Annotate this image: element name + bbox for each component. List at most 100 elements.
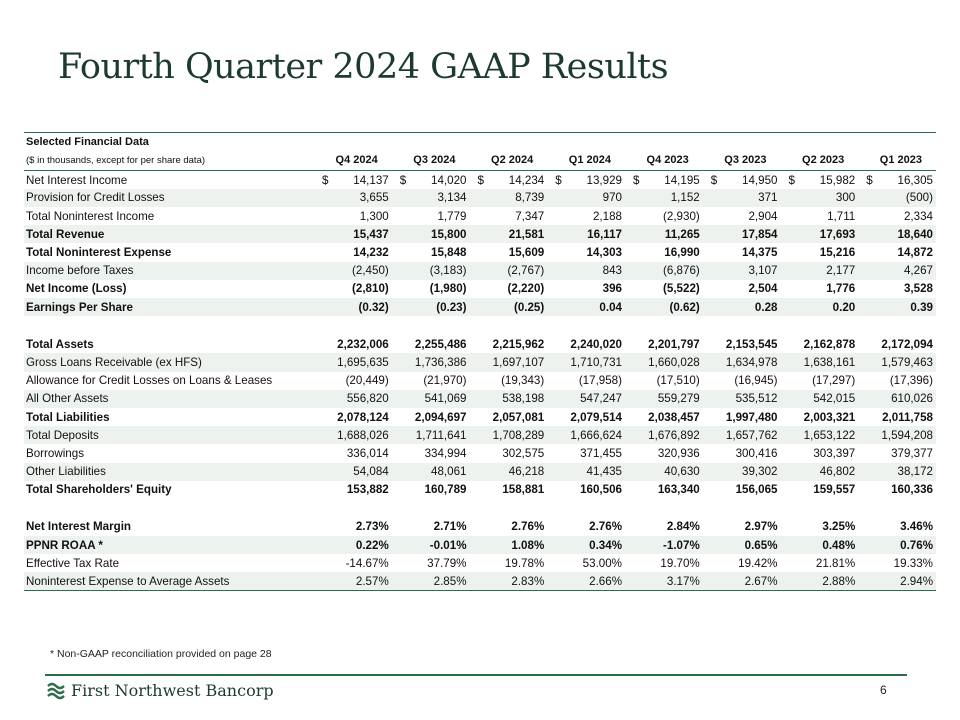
table-cell: 1,634,978 (702, 353, 781, 372)
table-cell: 14,232 (353, 246, 389, 260)
table-cell: $14,020 (392, 171, 470, 189)
table-cell: 18,640 (858, 225, 936, 244)
table-cell: 2,078,124 (337, 410, 389, 424)
table-cell: 158,881 (502, 483, 545, 497)
table-cell: 2.88% (780, 572, 859, 592)
table-cell: 14,872 (897, 246, 933, 260)
table-cell: 160,506 (580, 483, 622, 497)
table-cell: 46,218 (469, 462, 548, 481)
table-cell: 2,904 (748, 209, 778, 223)
table-cell: 38,172 (858, 462, 936, 481)
table-cell: (2,450) (314, 261, 392, 280)
table-cell: 2.73% (355, 520, 389, 534)
cell-value: 14,950 (742, 173, 778, 187)
row-label: Net Interest Margin (26, 520, 132, 534)
table-cell: 1,708,289 (469, 426, 548, 445)
table-cell: 1,579,463 (858, 353, 936, 372)
table-cell: (17,510) (656, 374, 700, 388)
row-label: Total Shareholders' Equity (26, 483, 172, 497)
table-cell: 2,255,486 (414, 337, 467, 351)
row-label: Income before Taxes (24, 261, 314, 280)
table-cell: 16,117 (547, 225, 625, 244)
currency-symbol: $ (555, 173, 562, 187)
table-cell: 1,776 (826, 282, 856, 296)
table-cell: 2.94% (858, 572, 936, 592)
row-label: Total Deposits (24, 426, 314, 445)
table-cell: 0.76% (858, 536, 936, 555)
currency-symbol: $ (322, 173, 329, 187)
row-label: Allowance for Credit Losses on Loans & L… (26, 374, 273, 388)
table-cell: 163,340 (657, 483, 700, 497)
table-cell: 2.66% (547, 572, 625, 592)
table-cell: 21.81% (815, 556, 856, 570)
table-row: Total Deposits 1,688,026 1,711,641 1,708,28… (24, 426, 936, 445)
table-cell: 1,657,762 (702, 426, 781, 445)
row-label: All Other Assets (24, 389, 314, 408)
cell-value: 15,982 (819, 173, 856, 187)
table-cell: $16,305 (858, 171, 936, 189)
table-row: Other Liabilities 54,084 48,061 46,218 41,43… (24, 462, 936, 481)
table-cell: 300 (780, 188, 859, 208)
table-row: Net Interest Margin 2.73% 2.71% 2.76% 2.76% 2… (24, 518, 936, 536)
table-cell: 542,015 (780, 389, 859, 408)
table-cell: 1,152 (625, 188, 703, 208)
row-label: Total Revenue (24, 225, 314, 244)
table-row: Income before Taxes (2,450) (3,183) (2,767)… (24, 261, 936, 280)
table-cell: 334,994 (424, 446, 467, 460)
table-cell: 2,162,878 (803, 337, 856, 351)
table-cell: 15,609 (508, 246, 545, 260)
row-label: Effective Tax Rate (26, 556, 120, 570)
table-section-title: Selected Financial Data (24, 131, 314, 151)
table-cell: 610,026 (858, 389, 936, 408)
spacer-row (24, 316, 936, 335)
footer-divider (45, 674, 907, 676)
row-label: Borrowings (26, 446, 84, 460)
column-header: Q2 2023 (780, 150, 859, 172)
table-cell: (19,343) (501, 374, 545, 388)
table-cell: $14,137 (314, 171, 392, 189)
table-cell: (500) (858, 188, 936, 208)
table-cell: 1,688,026 (314, 426, 392, 445)
table-cell: 1,666,624 (547, 426, 625, 445)
table-cell: 2.76% (511, 520, 545, 534)
table-cell: $14,195 (625, 171, 703, 189)
table-cell: 2,057,081 (492, 410, 545, 424)
row-label: Other Liabilities (24, 462, 314, 481)
currency-symbol: $ (866, 173, 873, 187)
column-header: Q1 2023 (858, 150, 936, 172)
table-cell: 17,854 (702, 225, 781, 244)
table-cell: 2,201,797 (648, 337, 700, 351)
table-cell: (1,980) (429, 282, 467, 296)
table-cell: 2,003,321 (803, 410, 856, 424)
table-cell: 3.17% (625, 572, 703, 592)
table-cell: (17,297) (812, 374, 856, 388)
table-row: Effective Tax Rate -14.67% 37.79% 19.78% 53.… (24, 554, 936, 572)
table-cell: 303,397 (813, 446, 856, 460)
currency-symbol: $ (399, 173, 407, 187)
table-cell: 2,504 (748, 282, 778, 296)
cell-value: 16,305 (897, 173, 933, 187)
cell-value: 14,195 (664, 173, 700, 187)
table-cell: (2,767) (469, 261, 548, 280)
column-header: Q4 2023 (625, 150, 703, 172)
currency-symbol: $ (788, 173, 795, 187)
table-cell: 21,581 (469, 225, 548, 244)
table-row: Total Revenue 15,437 15,800 21,581 16,117 11,… (24, 225, 936, 244)
table-cell: 2,038,457 (648, 410, 700, 424)
row-label: Provision for Credit Losses (24, 188, 314, 208)
table-cell: 1,653,122 (780, 426, 859, 445)
cell-value: 13,929 (586, 173, 622, 187)
table-row: Gross Loans Receivable (ex HFS) 1,695,635… (24, 353, 936, 372)
logo-text: First Northwest Bancorp (71, 680, 274, 700)
table-cell: 15,800 (391, 225, 470, 244)
table-cell: 2.67% (702, 572, 781, 592)
financial-data-table: Selected Financial Data ($ in thousands,… (24, 131, 936, 592)
table-cell: 53.00% (582, 556, 622, 570)
spacer-row (24, 499, 936, 518)
table-subtitle: ($ in thousands, except for per share da… (24, 150, 314, 172)
currency-symbol: $ (710, 173, 718, 187)
table-cell: (3,183) (391, 261, 470, 280)
table-cell: 2.84% (666, 520, 700, 534)
table-cell: $13,929 (547, 171, 625, 189)
table-cell: -1.07% (625, 536, 703, 555)
